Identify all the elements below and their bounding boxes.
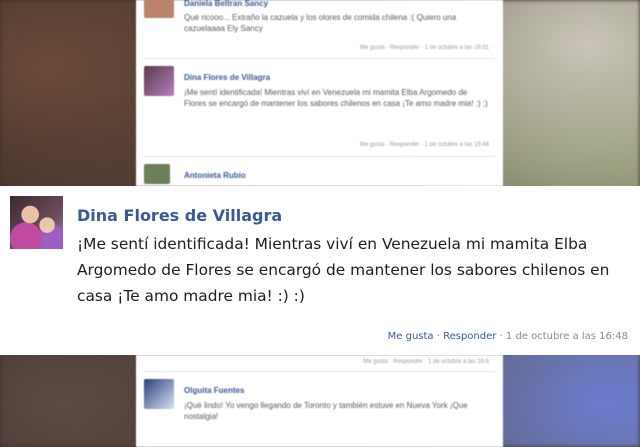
comment-author[interactable]: Dina Flores de Villagra bbox=[184, 72, 270, 83]
comment-author[interactable]: Olguita Fuentes bbox=[184, 385, 244, 396]
avatar bbox=[144, 379, 174, 409]
comment-timestamp: · 1 de octubre a las 16:48 bbox=[496, 331, 628, 342]
featured-comment: Dina Flores de Villagra ¡Me sentí identi… bbox=[0, 186, 640, 355]
meta-separator: · bbox=[433, 331, 444, 342]
comment-text: ¡Me sentí identificada! Mientras viví en… bbox=[184, 88, 488, 108]
divider bbox=[144, 156, 495, 157]
avatar bbox=[144, 0, 174, 18]
comment-author[interactable]: Antonieta Rubio bbox=[184, 170, 246, 181]
comment-meta: Me gusta · Responder · 1 de octubre a la… bbox=[363, 359, 489, 365]
avatar[interactable] bbox=[10, 196, 63, 249]
reply-link[interactable]: Responder bbox=[443, 331, 496, 342]
divider bbox=[144, 58, 495, 59]
comment-meta: Me gusta · Responder · 1 de octubre a la… bbox=[359, 142, 489, 148]
comment-text: Qué ricooo... Extraño la cazuela y los o… bbox=[184, 13, 457, 33]
avatar bbox=[144, 66, 174, 96]
comment-author[interactable]: Dina Flores de Villagra bbox=[77, 206, 282, 225]
comment-text: ¡Qué lindo! Yo vengo llegando de Toronto… bbox=[184, 401, 468, 421]
comment-meta: Me gusta · Responder · 1 de octubre a la… bbox=[359, 45, 489, 51]
comment-author[interactable]: Daniela Beltran Sancy bbox=[184, 0, 268, 9]
avatar bbox=[144, 164, 170, 184]
comment-feed-bottom-blurred: Me gusta · Responder · 1 de octubre a la… bbox=[136, 355, 503, 447]
like-link[interactable]: Me gusta bbox=[388, 331, 434, 342]
comment-meta: Me gusta · Responder · 1 de octubre a la… bbox=[388, 331, 628, 342]
comment-feed-top-blurred: Daniela Beltran Sancy Qué ricooo... Extr… bbox=[136, 0, 503, 186]
divider bbox=[144, 371, 495, 372]
comment-text: ¡Me sentí identificada! Mientras viví en… bbox=[77, 235, 610, 305]
